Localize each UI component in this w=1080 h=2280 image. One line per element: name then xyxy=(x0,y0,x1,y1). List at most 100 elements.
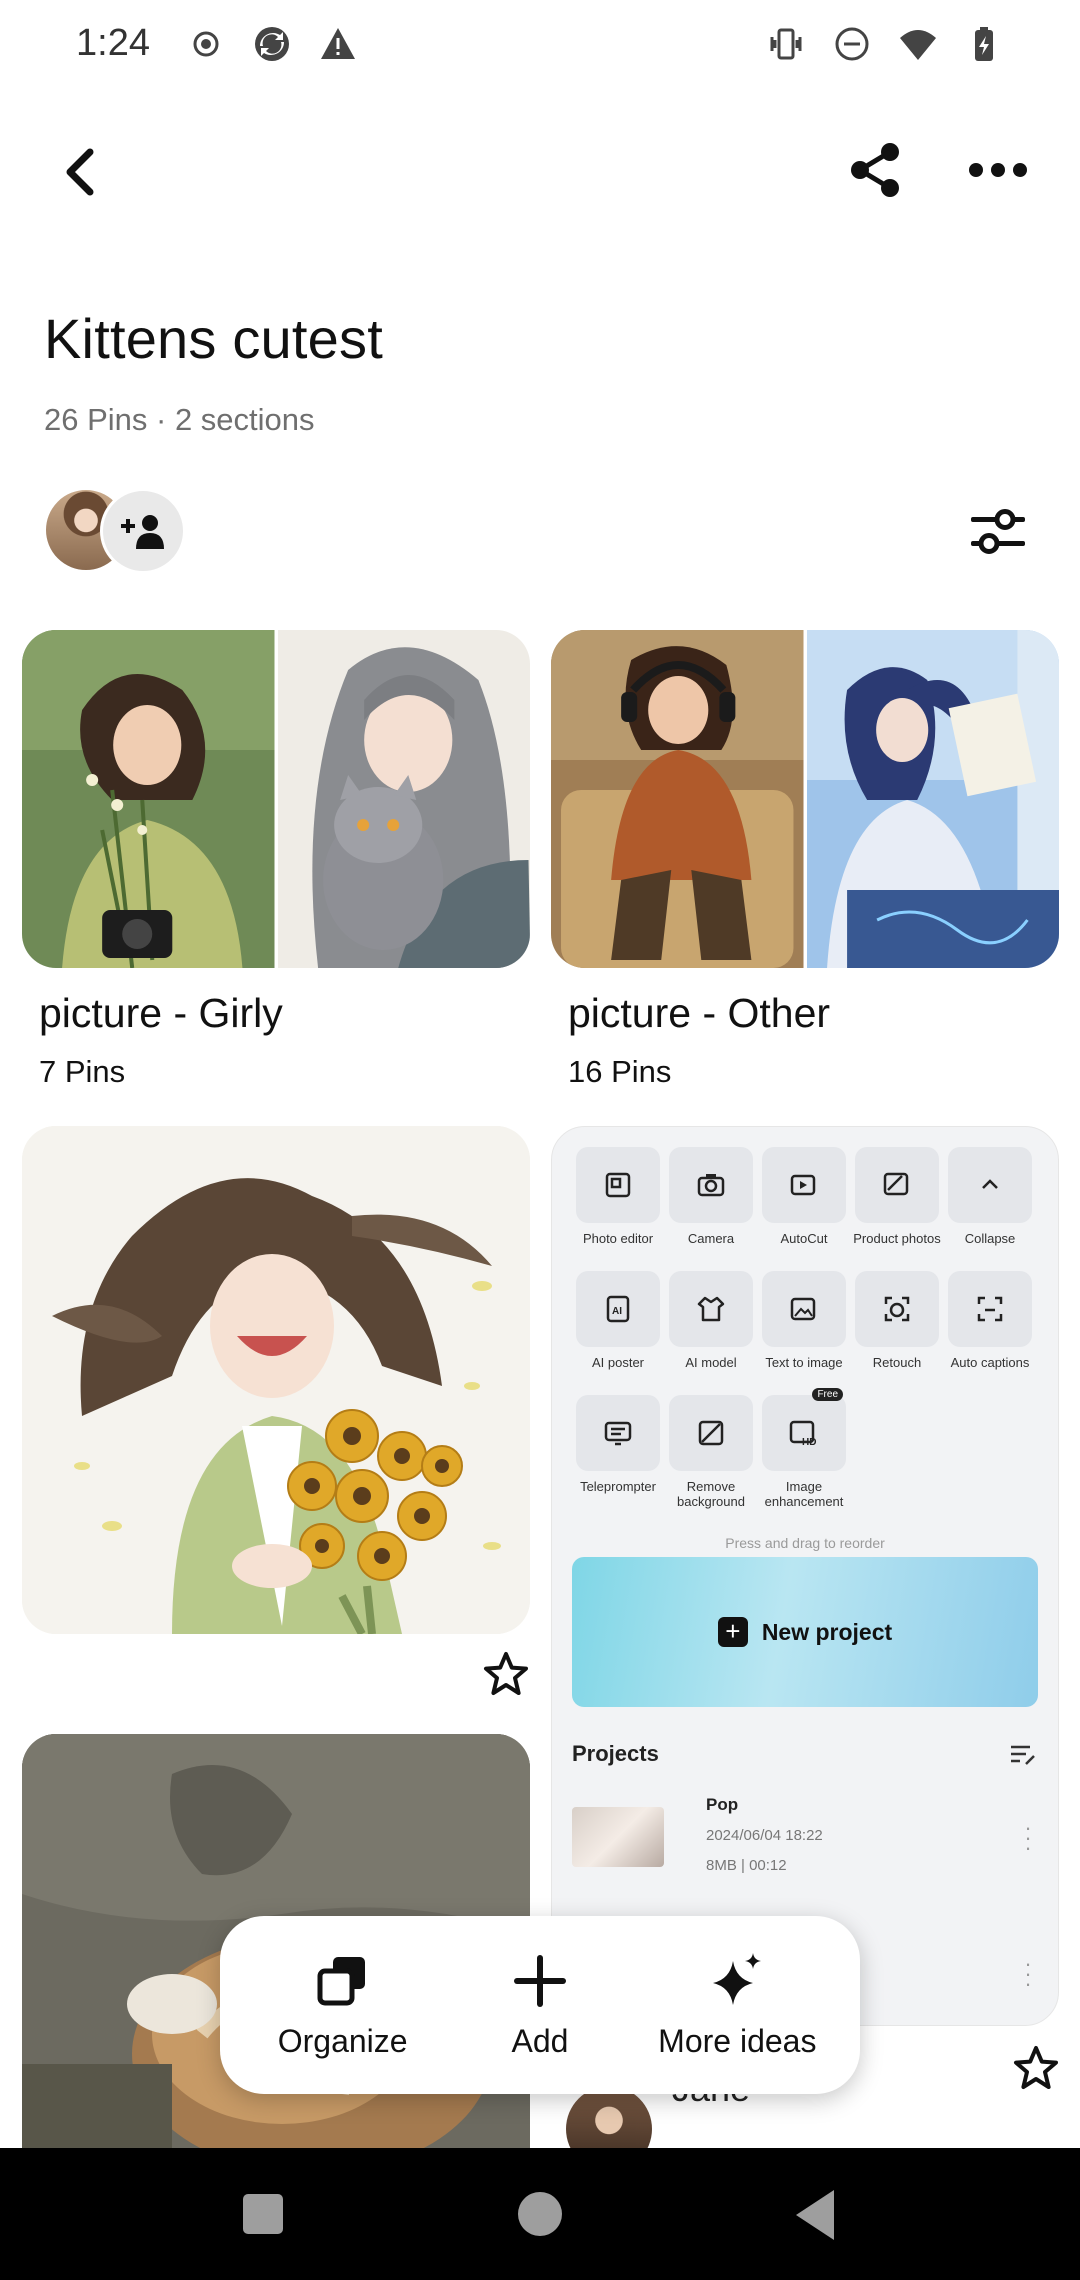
tool-auto-captions: Auto captions xyxy=(948,1271,1032,1395)
section-cover-image xyxy=(22,630,275,968)
tool-label: Product photos xyxy=(853,1231,941,1246)
free-badge: Free xyxy=(812,1388,843,1401)
star-icon xyxy=(484,1652,528,1695)
organize-button[interactable]: Organize xyxy=(253,1951,433,2060)
filter-button[interactable] xyxy=(956,492,1040,572)
share-icon xyxy=(851,143,899,197)
organize-icon xyxy=(317,1956,365,2005)
tool-label: Retouch xyxy=(872,1355,922,1370)
project-thumbnail xyxy=(572,1807,664,1867)
recents-button[interactable] xyxy=(243,2194,283,2234)
tool-ai-model: AI model xyxy=(669,1271,753,1395)
tool-teleprompter: Teleprompter xyxy=(576,1395,660,1519)
section-cover-image xyxy=(277,630,530,968)
back-button[interactable] xyxy=(40,132,120,212)
tool-label: Camera xyxy=(687,1231,735,1246)
status-bar: 1:24 xyxy=(0,0,1080,88)
chevron-left-icon xyxy=(66,148,94,196)
tool-label: Auto captions xyxy=(950,1355,1030,1370)
tool-remove-background: Remove background xyxy=(669,1395,753,1519)
pin-save-button[interactable] xyxy=(1006,2038,1066,2098)
more-vertical-icon: · · · xyxy=(1024,1815,1032,1860)
vibrate-icon xyxy=(770,28,802,60)
camera-icon xyxy=(697,1174,725,1197)
more-horizontal-icon xyxy=(969,163,1027,177)
project-name: Pop xyxy=(706,1795,739,1814)
teleprompter-icon xyxy=(604,1421,632,1446)
section-name[interactable]: picture - Other xyxy=(568,990,830,1037)
section-card-other[interactable] xyxy=(551,630,1059,968)
add-label: Add xyxy=(511,2022,569,2059)
list-edit-icon xyxy=(1011,1745,1035,1765)
record-icon xyxy=(193,31,219,57)
retouch-icon xyxy=(884,1296,910,1322)
top-app-bar xyxy=(0,120,1080,220)
remove-background-icon xyxy=(698,1420,724,1446)
system-back-button[interactable] xyxy=(796,2190,834,2240)
tool-label: AI poster xyxy=(591,1355,645,1370)
plus-icon xyxy=(513,1954,566,2007)
project-size-duration: 8MB | 00:12 xyxy=(706,1857,787,1874)
tool-label: Text to image xyxy=(765,1355,843,1370)
tool-image-enhancement: Free HD Image enhancement xyxy=(762,1388,846,1519)
tool-label: Photo editor xyxy=(582,1231,654,1246)
chevron-up-icon xyxy=(982,1179,998,1189)
image-enhancement-icon: HD xyxy=(789,1420,816,1448)
tool-label: Teleprompter xyxy=(580,1479,656,1494)
tool-product-photos: Product photos xyxy=(853,1147,941,1271)
tool-label: AI model xyxy=(685,1355,737,1370)
sync-icon xyxy=(255,27,289,61)
more-options-button[interactable] xyxy=(958,130,1038,210)
collaborators xyxy=(44,488,204,574)
tool-retouch: Retouch xyxy=(855,1271,939,1395)
dnd-icon xyxy=(835,27,869,61)
new-project-label: New project xyxy=(761,1618,893,1645)
tool-label: Collapse xyxy=(964,1231,1016,1246)
tool-label: Image enhancement xyxy=(764,1479,844,1509)
plus-icon: + xyxy=(717,1617,748,1647)
svg-text:AI: AI xyxy=(612,1306,622,1317)
pin-save-button[interactable] xyxy=(476,1644,536,1704)
product-photos-icon xyxy=(883,1172,909,1196)
more-vertical-icon: · · · xyxy=(1024,1951,1032,1996)
board-meta: 26 Pins · 2 sections xyxy=(44,402,315,437)
status-right-icons xyxy=(766,24,1004,64)
tool-label: AutoCut xyxy=(780,1231,828,1246)
pin-image-girl-sunflowers[interactable] xyxy=(22,1126,530,1634)
ai-poster-icon: AI xyxy=(606,1295,630,1323)
tool-collapse: Collapse xyxy=(948,1147,1032,1271)
section-cover-image xyxy=(551,630,804,968)
more-ideas-button[interactable]: More ideas xyxy=(647,1951,827,2060)
home-button[interactable] xyxy=(518,2192,562,2236)
projects-title: Projects xyxy=(572,1741,659,1766)
add-collaborator-button[interactable] xyxy=(100,488,186,574)
section-pin-count: 7 Pins xyxy=(39,1054,126,1089)
reorder-hint: Press and drag to reorder xyxy=(725,1535,885,1551)
share-button[interactable] xyxy=(836,130,916,210)
alert-icon xyxy=(321,28,355,59)
pin-image-app-screenshot[interactable]: Photo editor Camera AutoCut Product phot… xyxy=(551,1126,1059,2026)
tool-ai-poster: AI AI poster xyxy=(576,1271,660,1395)
more-ideas-label: More ideas xyxy=(658,2022,817,2059)
tool-camera: Camera xyxy=(669,1147,753,1271)
project-size: 8MB xyxy=(706,1857,737,1874)
status-time: 1:24 xyxy=(76,22,150,64)
section-pin-count: 16 Pins xyxy=(568,1054,672,1089)
autocut-icon xyxy=(790,1174,816,1196)
svg-text:HD: HD xyxy=(802,1437,816,1448)
section-name[interactable]: picture - Girly xyxy=(39,990,283,1037)
new-project-button: + New project xyxy=(572,1557,1038,1707)
system-navigation-bar xyxy=(0,2148,1080,2280)
wifi-icon xyxy=(900,30,936,60)
tool-autocut: AutoCut xyxy=(762,1147,846,1271)
section-card-girly[interactable] xyxy=(22,630,530,968)
photo-editor-icon xyxy=(605,1172,631,1198)
ai-model-icon xyxy=(697,1296,725,1322)
star-icon xyxy=(1014,2046,1058,2089)
sparkle-icon xyxy=(713,1952,762,2005)
organize-label: Organize xyxy=(277,2022,408,2059)
project-date: 2024/06/04 18:22 xyxy=(706,1827,823,1844)
auto-captions-icon xyxy=(977,1296,1003,1322)
tool-text-to-image: Text to image xyxy=(762,1271,846,1395)
add-button[interactable]: Add xyxy=(450,1951,630,2060)
